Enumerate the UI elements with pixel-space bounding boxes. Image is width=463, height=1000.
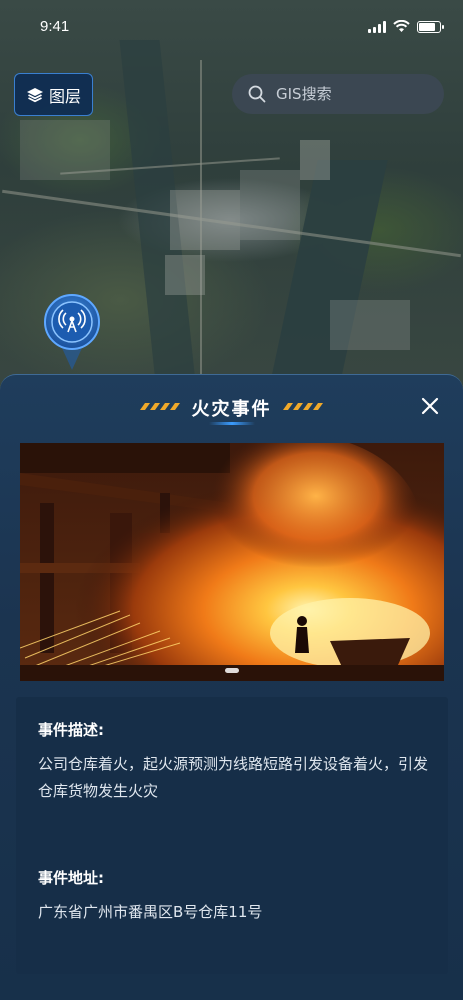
event-detail-panel: 火灾事件 事件描述: 公司仓库着火，起火源预测为线路短路引发设备着火，引发仓库货…	[0, 374, 463, 1000]
map-buildings	[330, 300, 410, 350]
description-text: 公司仓库着火，起火源预测为线路短路引发设备着火，引发仓库货物发生火灾	[38, 755, 429, 800]
map-buildings	[170, 190, 240, 250]
photo-pagination	[225, 668, 239, 673]
cellular-signal-icon	[368, 20, 386, 33]
map-buildings	[20, 120, 110, 180]
decorative-stripes-icon	[283, 403, 323, 410]
panel-header: 火灾事件	[0, 375, 463, 437]
status-bar: 9:41	[0, 0, 463, 54]
map-buildings	[240, 170, 300, 240]
map-buildings	[165, 255, 205, 295]
panel-title: 火灾事件	[191, 399, 272, 420]
gis-search-bar[interactable]	[232, 74, 444, 114]
search-icon	[248, 85, 266, 103]
event-photo[interactable]	[20, 443, 444, 681]
event-info-box: 事件描述: 公司仓库着火，起火源预测为线路短路引发设备着火，引发仓库货物发生火灾…	[16, 697, 448, 974]
layers-button-label: 图层	[48, 86, 81, 106]
status-time: 9:41	[40, 18, 70, 35]
gis-search-input[interactable]	[276, 85, 426, 103]
description-label: 事件描述:	[38, 721, 104, 739]
address-text: 广东省广州市番禺区B号仓库11号	[38, 903, 263, 921]
battery-icon	[417, 20, 444, 33]
fire-scene-image	[20, 443, 444, 681]
address-label: 事件地址:	[38, 869, 104, 887]
title-underline	[209, 422, 255, 425]
status-icons	[368, 20, 444, 33]
layers-button[interactable]: 图层	[14, 73, 93, 116]
wifi-icon	[393, 20, 410, 32]
pagination-dot-active[interactable]	[225, 668, 239, 673]
close-icon[interactable]	[419, 395, 441, 417]
signal-tower-marker-icon[interactable]	[42, 292, 102, 372]
layers-icon	[26, 87, 43, 102]
map-buildings	[300, 140, 330, 180]
